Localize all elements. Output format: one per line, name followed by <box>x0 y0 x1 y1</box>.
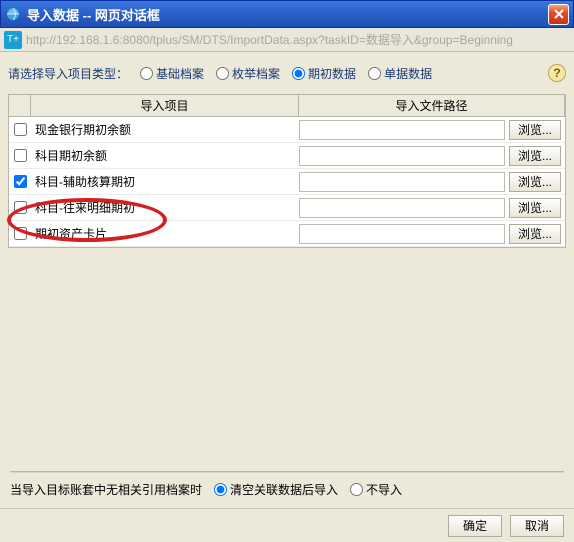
row-checkbox[interactable] <box>14 201 27 214</box>
window-title: 导入数据 -- 网页对话框 <box>27 5 548 24</box>
radio-initial-input[interactable] <box>292 67 305 80</box>
divider <box>10 471 564 473</box>
row-checkbox[interactable] <box>14 149 27 162</box>
table-body: 现金银行期初余额浏览...科目期初余额浏览...科目-辅助核算期初浏览...科目… <box>9 117 565 247</box>
browse-button[interactable]: 浏览... <box>509 198 561 218</box>
help-icon[interactable]: ? <box>548 64 566 82</box>
title-bar: 导入数据 -- 网页对话框 <box>0 0 574 28</box>
radio-base-input[interactable] <box>140 67 153 80</box>
col-check <box>9 95 31 116</box>
row-label: 科目-往来明细期初 <box>35 199 135 216</box>
table-row: 科目-往来明细期初 浏览... <box>9 195 565 221</box>
row-checkbox[interactable] <box>14 123 27 136</box>
row-label: 科目期初余额 <box>35 147 107 164</box>
type-prompt: 请选择导入项目类型： <box>8 65 128 82</box>
browse-button[interactable]: 浏览... <box>509 224 561 244</box>
path-input[interactable] <box>299 146 505 166</box>
row-label: 科目-辅助核算期初 <box>35 173 135 190</box>
browse-button[interactable]: 浏览... <box>509 120 561 140</box>
import-table: 导入项目 导入文件路径 现金银行期初余额浏览...科目期初余额浏览...科目-辅… <box>8 94 566 248</box>
footer-row: 当导入目标账套中无相关引用档案时 清空关联数据后导入 不导入 <box>10 481 564 498</box>
row-checkbox[interactable] <box>14 175 27 188</box>
radio-base[interactable]: 基础档案 <box>140 65 204 82</box>
radio-clear[interactable]: 清空关联数据后导入 <box>214 481 338 498</box>
table-row: 现金银行期初余额 浏览... <box>9 117 565 143</box>
table-row: 期初资产卡片 浏览... <box>9 221 565 247</box>
path-input[interactable] <box>299 198 505 218</box>
footer-prompt: 当导入目标账套中无相关引用档案时 <box>10 481 202 498</box>
radio-skip[interactable]: 不导入 <box>350 481 402 498</box>
close-button[interactable] <box>548 4 569 25</box>
radio-skip-input[interactable] <box>350 483 363 496</box>
ie-icon <box>5 6 21 22</box>
address-bar: T+ http://192.168.1.6:8080/tplus/SM/DTS/… <box>0 28 574 52</box>
table-header: 导入项目 导入文件路径 <box>9 95 565 117</box>
path-input[interactable] <box>299 172 505 192</box>
path-input[interactable] <box>299 224 505 244</box>
radio-bill[interactable]: 单据数据 <box>368 65 432 82</box>
browse-button[interactable]: 浏览... <box>509 172 561 192</box>
ok-button[interactable]: 确定 <box>448 515 502 537</box>
app-icon: T+ <box>4 31 22 49</box>
radio-enum-input[interactable] <box>216 67 229 80</box>
col-item: 导入项目 <box>31 95 299 116</box>
footer-group: 当导入目标账套中无相关引用档案时 清空关联数据后导入 不导入 <box>0 465 574 504</box>
col-path: 导入文件路径 <box>299 95 565 116</box>
table-row: 科目-辅助核算期初 浏览... <box>9 169 565 195</box>
row-label: 期初资产卡片 <box>35 225 107 242</box>
button-bar: 确定 取消 <box>0 508 574 542</box>
url-text: http://192.168.1.6:8080/tplus/SM/DTS/Imp… <box>26 31 513 48</box>
row-label: 现金银行期初余额 <box>35 121 131 138</box>
content-area: 请选择导入项目类型： 基础档案 枚举档案 期初数据 单据数据 ? 导入项目 导入… <box>0 52 574 504</box>
path-input[interactable] <box>299 120 505 140</box>
table-row: 科目期初余额 浏览... <box>9 143 565 169</box>
radio-enum[interactable]: 枚举档案 <box>216 65 280 82</box>
radio-clear-input[interactable] <box>214 483 227 496</box>
browse-button[interactable]: 浏览... <box>509 146 561 166</box>
radio-bill-input[interactable] <box>368 67 381 80</box>
cancel-button[interactable]: 取消 <box>510 515 564 537</box>
radio-initial[interactable]: 期初数据 <box>292 65 356 82</box>
row-checkbox[interactable] <box>14 227 27 240</box>
type-selector-row: 请选择导入项目类型： 基础档案 枚举档案 期初数据 单据数据 ? <box>8 60 566 86</box>
